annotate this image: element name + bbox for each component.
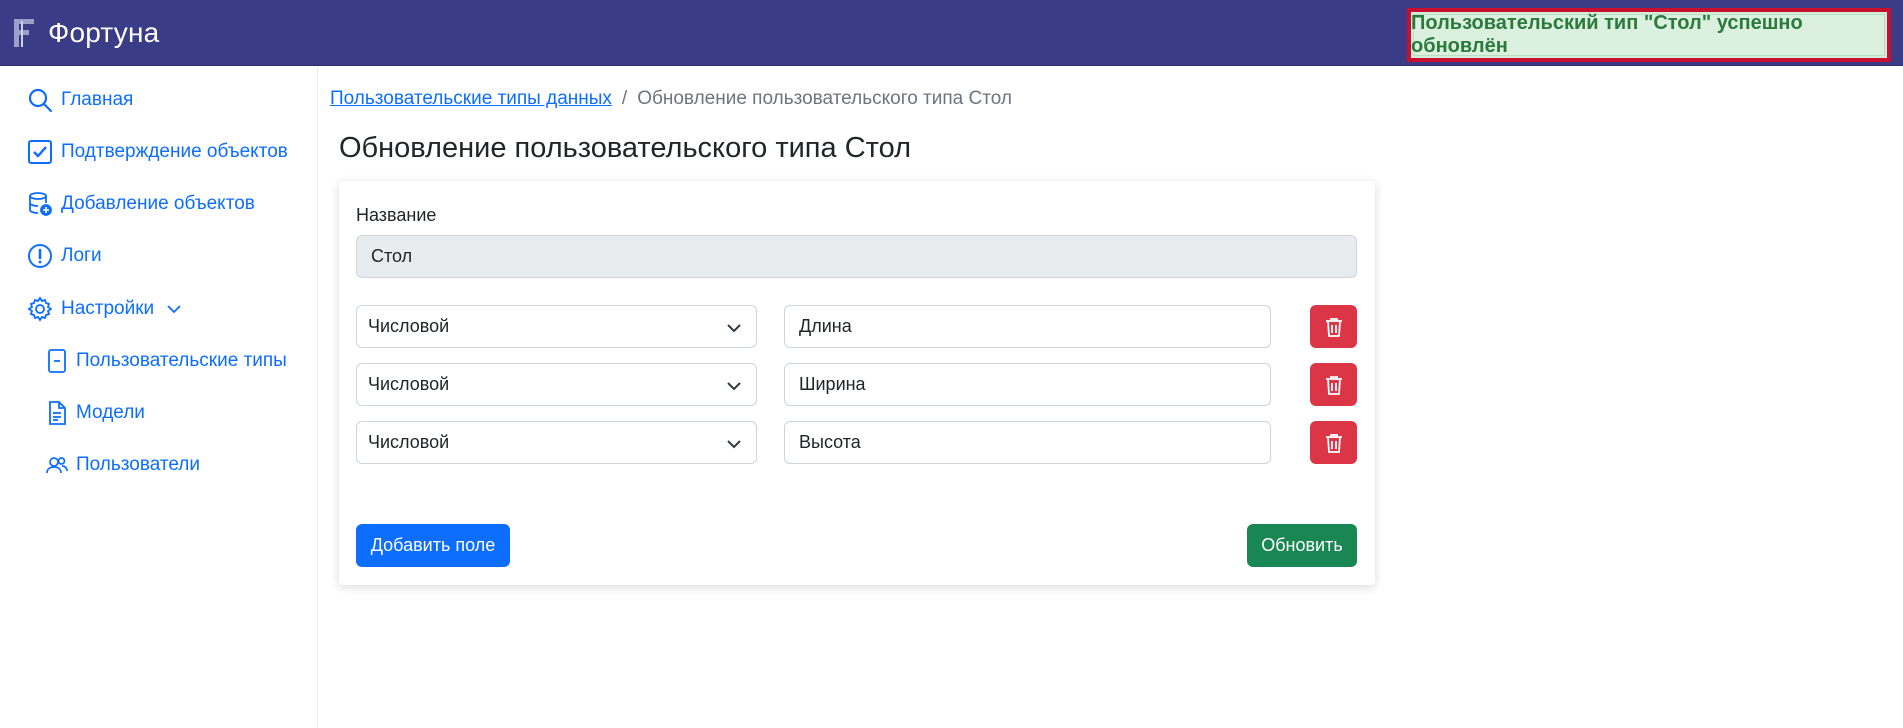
page-title: Обновление пользовательского типа Стол xyxy=(339,132,911,164)
breadcrumb-link-custom-types[interactable]: Пользовательские типы данных xyxy=(330,88,612,110)
sidebar-item-custom-types[interactable]: Пользовательские типы xyxy=(46,349,287,373)
sidebar-item-label: Пользовательские типы xyxy=(76,350,287,371)
gear-icon xyxy=(27,296,53,322)
database-add-icon xyxy=(27,191,53,217)
field-row: Числовой Длина xyxy=(356,305,1357,348)
field-name-input[interactable]: Высота xyxy=(784,421,1271,464)
sidebar-item-add-objects[interactable]: Добавление объектов xyxy=(27,191,255,217)
search-icon xyxy=(27,87,53,113)
add-field-button[interactable]: Добавить поле xyxy=(356,524,510,567)
people-icon xyxy=(46,453,68,477)
trash-icon xyxy=(1325,317,1342,337)
breadcrumb: Пользовательские типы данных / Обновлени… xyxy=(330,88,1012,110)
name-label: Название xyxy=(356,205,437,225)
breadcrumb-separator: / xyxy=(621,88,628,109)
top-bar: Фортуна Пользовательский тип "Стол" успе… xyxy=(0,0,1903,66)
name-field[interactable]: Стол xyxy=(356,235,1357,278)
delete-field-button[interactable] xyxy=(1310,363,1357,406)
field-type-select[interactable]: Числовой xyxy=(356,421,757,464)
field-row: Числовой Ширина xyxy=(356,363,1357,406)
sidebar-item-label: Логи xyxy=(61,245,102,266)
chevron-down-icon xyxy=(726,436,742,452)
sidebar-item-users[interactable]: Пользователи xyxy=(46,453,200,477)
trash-icon xyxy=(1325,375,1342,395)
exclamation-circle-icon xyxy=(27,243,53,269)
trash-icon xyxy=(1325,433,1342,453)
file-minus-icon xyxy=(46,349,68,373)
field-name-input[interactable]: Ширина xyxy=(784,363,1271,406)
field-type-value: Числовой xyxy=(368,374,450,394)
sidebar-item-label: Подтверждение объектов xyxy=(61,141,288,162)
field-type-value: Числовой xyxy=(368,432,450,452)
sidebar-item-label: Главная xyxy=(61,89,134,110)
toast-message: Пользовательский тип "Стол" успешно обно… xyxy=(1411,12,1803,57)
form-card: Название Стол Числовой Длина Числовой Ши… xyxy=(339,181,1375,585)
field-row: Числовой Высота xyxy=(356,421,1357,464)
sidebar-item-settings[interactable]: Настройки xyxy=(27,296,182,322)
delete-field-button[interactable] xyxy=(1310,421,1357,464)
chevron-down-icon xyxy=(726,378,742,394)
sidebar: Главная Подтверждение объектов Добавлени… xyxy=(0,66,318,728)
brand[interactable]: Фортуна xyxy=(14,15,159,51)
update-button[interactable]: Обновить xyxy=(1247,524,1357,567)
file-text-icon xyxy=(46,401,68,425)
field-name-input[interactable]: Длина xyxy=(784,305,1271,348)
sidebar-item-logs[interactable]: Логи xyxy=(27,243,102,269)
sidebar-item-label: Модели xyxy=(76,402,145,423)
field-type-select[interactable]: Числовой xyxy=(356,305,757,348)
sidebar-item-confirm-objects[interactable]: Подтверждение объектов xyxy=(27,139,288,165)
delete-field-button[interactable] xyxy=(1310,305,1357,348)
fortuna-logo-icon xyxy=(14,19,36,47)
field-type-value: Числовой xyxy=(368,316,450,336)
chevron-down-icon xyxy=(726,320,742,336)
sidebar-item-label: Пользователи xyxy=(76,454,201,475)
success-toast: Пользовательский тип "Стол" успешно обно… xyxy=(1407,8,1891,62)
sidebar-item-models[interactable]: Модели xyxy=(46,401,145,425)
check-square-icon xyxy=(27,139,53,165)
sidebar-item-home[interactable]: Главная xyxy=(27,87,133,113)
field-type-select[interactable]: Числовой xyxy=(356,363,757,406)
sidebar-item-label: Настройки xyxy=(61,298,155,319)
app-title: Фортуна xyxy=(48,17,160,48)
breadcrumb-current: Обновление пользовательского типа Стол xyxy=(637,88,1012,109)
chevron-down-icon xyxy=(166,301,182,317)
sidebar-item-label: Добавление объектов xyxy=(61,193,255,214)
